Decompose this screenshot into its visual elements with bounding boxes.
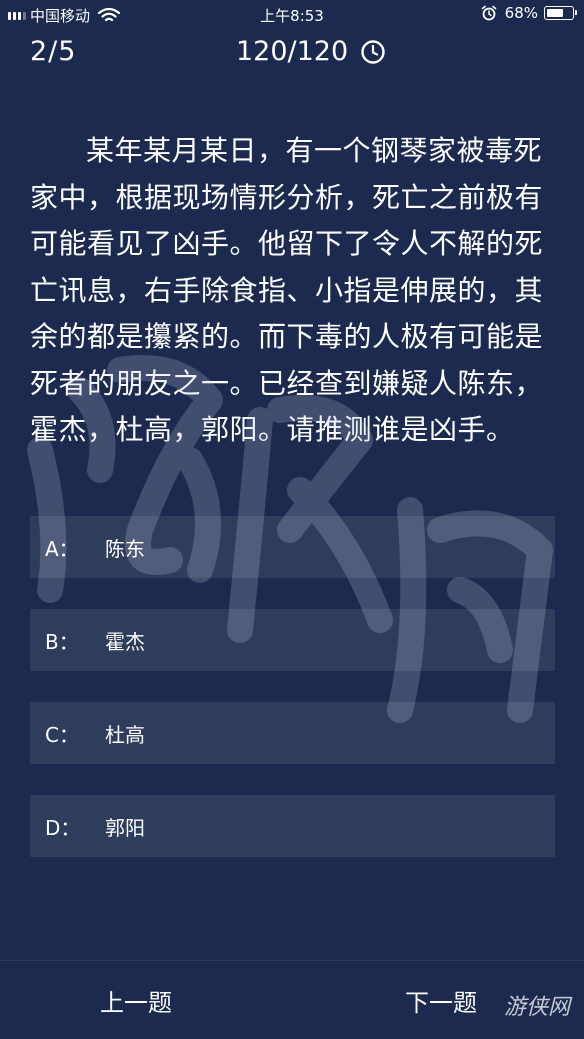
timer-value: 120/120 [236,36,349,67]
option-d[interactable]: D： 郭阳 [30,795,555,857]
status-bar: 中国移动 上午8:53 68% [0,0,584,30]
bottom-nav: 上一题 下一题 游侠网 [0,960,584,1039]
option-b[interactable]: B： 霍杰 [30,609,555,671]
option-a[interactable]: A： 陈东 [30,516,555,578]
option-c[interactable]: C： 杜高 [30,702,555,764]
prev-question-button[interactable]: 上一题 [100,983,172,1018]
alarm-icon [481,5,496,21]
countdown-timer: 120/120 [236,36,386,67]
option-letter: B： [45,629,79,654]
option-text: 杜高 [105,722,145,747]
question-text: 某年某月某日，有一个钢琴家被毒死家中，根据现场情形分析，死亡之前极有可能看见了凶… [30,134,544,446]
option-letter: A： [45,536,79,561]
battery-icon [544,6,577,20]
status-right: 68% [481,4,577,22]
option-letter: C： [45,722,79,747]
brand-logo: 游侠网 [504,995,571,1020]
question-progress: 2/5 [30,36,77,67]
clock-icon [361,39,385,64]
option-text: 陈东 [105,536,145,561]
battery-percent: 68% [504,4,538,22]
next-question-button[interactable]: 下一题 [405,983,477,1018]
battery-fill [547,9,563,17]
option-letter: D： [45,815,81,840]
option-text: 郭阳 [105,815,145,840]
option-text: 霍杰 [105,629,145,654]
